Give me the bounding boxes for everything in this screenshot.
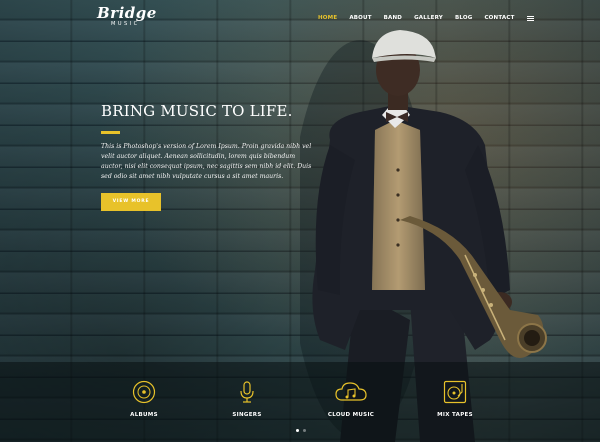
microphone-icon [240, 381, 254, 403]
feature-albums[interactable]: ALBUMS [104, 380, 184, 418]
cloud-music-icon [335, 382, 367, 401]
hero-title: BRING MUSIC TO LIFE. [101, 102, 293, 120]
nav-gallery[interactable]: GALLERY [414, 15, 443, 21]
view-more-button[interactable]: VIEW MORE [101, 193, 161, 211]
slider-dots [296, 429, 306, 432]
feature-label: SINGERS [232, 412, 262, 418]
turntable-icon [443, 380, 467, 404]
nav-contact[interactable]: CONTACT [484, 15, 514, 21]
feature-singers[interactable]: SINGERS [207, 380, 287, 418]
hero-text: This is Photoshop's version of Lorem Ips… [101, 143, 312, 180]
nav-home[interactable]: HOME [318, 15, 337, 21]
feature-cloud-music[interactable]: CLOUD MUSIC [311, 380, 391, 418]
nav-band[interactable]: BAND [384, 15, 402, 21]
nav-blog[interactable]: BLOG [455, 15, 473, 21]
site-header: Bridge MUSIC HOME ABOUT BAND GALLERY BLO… [0, 0, 600, 36]
title-underline [101, 131, 120, 134]
feature-label: ALBUMS [130, 412, 158, 418]
feature-mix-tapes[interactable]: MIX TAPES [415, 380, 495, 418]
vinyl-icon [132, 380, 156, 404]
main-nav: HOME ABOUT BAND GALLERY BLOG CONTACT [318, 15, 534, 21]
hamburger-icon[interactable] [526, 15, 534, 21]
hero-section: BRING MUSIC TO LIFE. This is Photoshop's… [101, 102, 313, 211]
nav-about[interactable]: ABOUT [349, 15, 371, 21]
slider-dot[interactable] [296, 429, 299, 432]
feature-label: CLOUD MUSIC [327, 412, 375, 418]
logo-name: Bridge [97, 4, 157, 22]
feature-label: MIX TAPES [437, 412, 473, 418]
site-logo[interactable]: Bridge MUSIC [97, 4, 157, 28]
slider-dot[interactable] [303, 429, 306, 432]
